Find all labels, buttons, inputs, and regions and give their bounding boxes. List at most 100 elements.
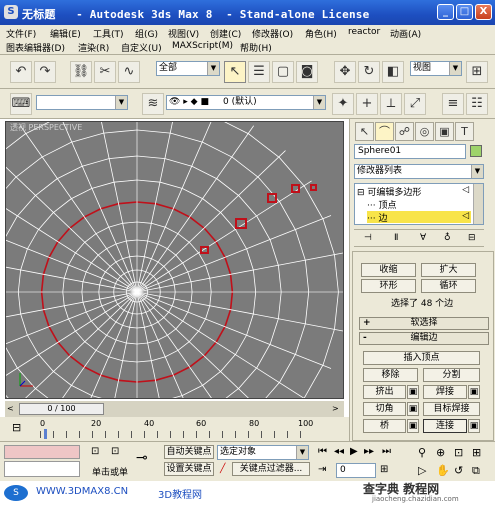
connect-button[interactable]: 连接: [423, 419, 467, 433]
rotate-icon[interactable]: ↻: [358, 61, 380, 83]
set-current-layer-icon[interactable]: ⤢: [404, 93, 426, 115]
select-link-icon[interactable]: ⛓: [70, 61, 92, 83]
mini-curve-editor-icon[interactable]: ⊟: [12, 421, 21, 434]
key-mode-icon[interactable]: ⇥: [318, 464, 326, 475]
object-color-swatch[interactable]: [470, 145, 482, 157]
key-icon[interactable]: ⊸: [136, 450, 148, 466]
menu-file[interactable]: 文件(F): [6, 27, 36, 40]
layer-dropdown[interactable]: 👁 ▸ ◆ ■ 0 (默认) ▼: [166, 95, 326, 110]
menu-reactor[interactable]: reactor: [348, 27, 380, 37]
target-weld-button[interactable]: 目标焊接: [423, 402, 480, 416]
current-frame-field[interactable]: 0: [336, 463, 376, 478]
show-end-result-icon[interactable]: Ⅱ: [394, 233, 398, 243]
zoom-extents-icon[interactable]: ⊡: [454, 446, 463, 459]
play-icon[interactable]: ▶: [350, 446, 358, 457]
restore-button[interactable]: □: [456, 4, 473, 20]
scale-icon[interactable]: ◧: [382, 61, 404, 83]
stack-item-edge[interactable]: ··· 边 ◁: [367, 211, 471, 224]
undo-icon[interactable]: ↶: [10, 61, 32, 83]
app-icon[interactable]: S: [4, 5, 18, 19]
motion-tab-icon[interactable]: ◎: [415, 122, 434, 141]
remove-modifier-icon[interactable]: ♁: [444, 233, 451, 243]
split-button[interactable]: 分割: [423, 368, 480, 382]
maxscript-listener-mini[interactable]: [4, 445, 80, 459]
shrink-button[interactable]: 收缩: [361, 263, 416, 277]
weld-settings-button[interactable]: ▣: [468, 385, 480, 399]
connect-settings-button[interactable]: ▣: [468, 419, 480, 433]
bind-space-warp-icon[interactable]: ∿: [118, 61, 140, 83]
insert-vertex-button[interactable]: 插入顶点: [363, 351, 480, 365]
pin-stack-icon[interactable]: ⊣: [364, 233, 372, 243]
remove-button[interactable]: 移除: [363, 368, 418, 382]
grow-button[interactable]: 扩大: [421, 263, 476, 277]
viewport-label[interactable]: 透视 PERSPECTIVE: [10, 122, 82, 133]
select-by-name-icon[interactable]: ☰: [248, 61, 270, 83]
timeline-ruler[interactable]: 0 20 40 60 80 100: [40, 419, 313, 439]
display-tab-icon[interactable]: ▣: [435, 122, 454, 141]
minimize-button[interactable]: _: [437, 4, 454, 20]
fov-icon[interactable]: ▷: [418, 464, 426, 477]
menu-modifiers[interactable]: 修改器(O): [252, 27, 293, 40]
zoom-all-icon[interactable]: ⊕: [436, 446, 445, 459]
bridge-settings-button[interactable]: ▣: [407, 419, 419, 433]
perspective-viewport[interactable]: 透视 PERSPECTIVE: [5, 121, 344, 399]
time-slider[interactable]: 0 / 100: [19, 403, 104, 415]
menu-character[interactable]: 角色(H): [305, 27, 337, 40]
goto-start-icon[interactable]: ⏮: [318, 446, 327, 457]
next-key-icon[interactable]: ▸▸: [364, 446, 374, 457]
move-icon[interactable]: ✥: [334, 61, 356, 83]
layer-manager-icon[interactable]: ≋: [142, 93, 164, 115]
menu-views[interactable]: 视图(V): [168, 27, 199, 40]
track-bar[interactable]: ⊟ 0 20 40 60 80 100: [0, 417, 349, 441]
menu-group[interactable]: 组(G): [135, 27, 158, 40]
zoom-icon[interactable]: ⚲: [418, 446, 426, 459]
object-name-field[interactable]: Sphere01: [354, 144, 466, 159]
soft-selection-rollout[interactable]: + 软选择: [359, 317, 489, 330]
key-filters-button[interactable]: 关键点过滤器...: [232, 462, 310, 476]
pan-icon[interactable]: ✋: [436, 464, 450, 477]
configure-sets-icon[interactable]: ⊟: [468, 233, 476, 243]
rect-selection-icon[interactable]: ▢: [272, 61, 294, 83]
create-tab-icon[interactable]: ↖: [355, 122, 374, 141]
menu-tools[interactable]: 工具(T): [93, 27, 124, 40]
bridge-button[interactable]: 桥: [363, 419, 406, 433]
lock-icon[interactable]: ⊡: [91, 446, 99, 457]
ring-button[interactable]: 环形: [361, 279, 416, 293]
make-unique-icon[interactable]: ∀: [420, 233, 426, 243]
prev-frame-icon[interactable]: <: [7, 404, 14, 413]
menu-customize[interactable]: 自定义(U): [121, 41, 162, 54]
ref-coord-dropdown[interactable]: 视图 ▼: [410, 61, 462, 76]
window-crossing-icon[interactable]: ◙: [296, 61, 318, 83]
menu-rendering[interactable]: 渲染(R): [78, 41, 109, 54]
menu-edit[interactable]: 编辑(E): [50, 27, 81, 40]
next-frame-icon[interactable]: >: [332, 404, 339, 413]
add-to-layer-icon[interactable]: +: [356, 93, 378, 115]
selection-filter-dropdown[interactable]: 全部 ▼: [156, 61, 220, 76]
redo-icon[interactable]: ↷: [34, 61, 56, 83]
selection-lock-icon[interactable]: ⊡: [111, 446, 119, 457]
set-key-button[interactable]: 设置关键点: [164, 462, 214, 476]
select-object-icon[interactable]: ↖: [224, 61, 246, 83]
utilities-tab-icon[interactable]: T: [455, 122, 474, 141]
auto-key-button[interactable]: 自动关键点: [164, 445, 214, 459]
layer-list-icon[interactable]: ☷: [466, 93, 488, 115]
stack-item-editable-poly[interactable]: ⊟ 可编辑多边形 ◁: [357, 185, 471, 198]
edit-edges-rollout[interactable]: - 编辑边: [359, 332, 489, 345]
stack-item-vertex[interactable]: ··· 顶点: [367, 198, 471, 211]
zoom-extents-all-icon[interactable]: ⊞: [472, 446, 481, 459]
modify-tab-icon[interactable]: ⌒: [375, 122, 394, 141]
goto-end-icon[interactable]: ⏭: [382, 446, 391, 457]
maximize-viewport-icon[interactable]: ⧉: [472, 464, 480, 478]
chamfer-button[interactable]: 切角: [363, 402, 406, 416]
stack-scrollbar[interactable]: [473, 184, 483, 224]
loop-button[interactable]: 循环: [421, 279, 476, 293]
extrude-button[interactable]: 挤出: [363, 385, 406, 399]
orbit-icon[interactable]: ↺: [454, 464, 463, 477]
layer-properties-icon[interactable]: ≡: [442, 93, 464, 115]
menu-graph-editors[interactable]: 图表编辑器(D): [6, 41, 65, 54]
time-config-icon[interactable]: ⊞: [380, 464, 388, 475]
maxscript-input[interactable]: [4, 461, 80, 477]
new-layer-icon[interactable]: ✦: [332, 93, 354, 115]
named-selection-dropdown[interactable]: ▼: [36, 95, 128, 110]
menu-maxscript[interactable]: MAXScript(M): [172, 41, 233, 51]
